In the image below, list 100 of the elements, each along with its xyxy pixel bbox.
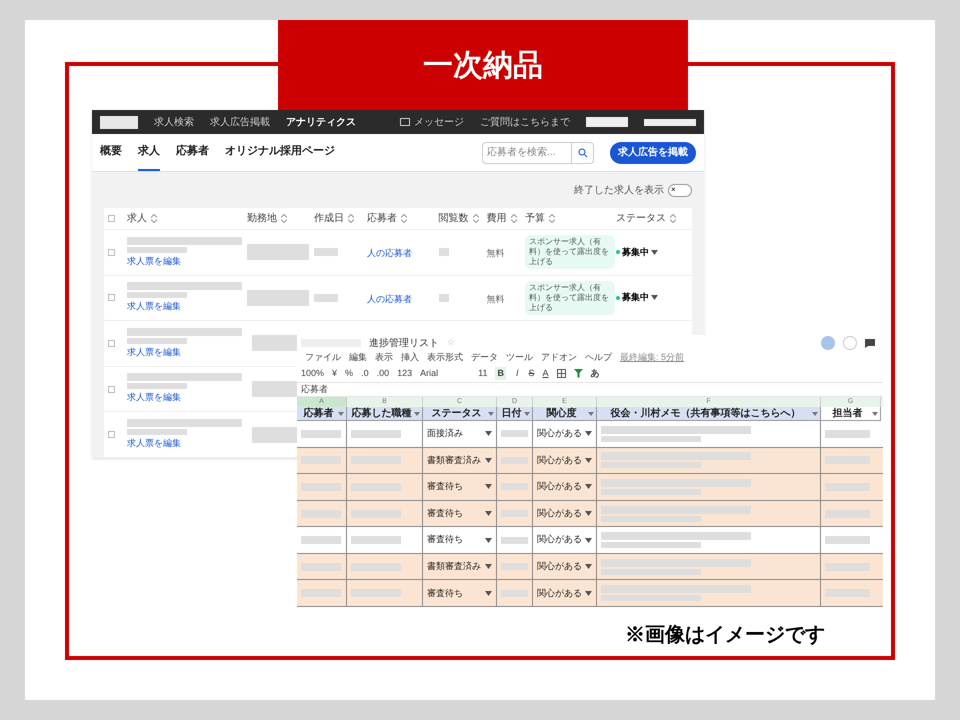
sort-icon[interactable]: [548, 214, 555, 223]
tab[interactable]: 概要: [100, 134, 122, 171]
zoom-select[interactable]: 100%: [301, 366, 324, 380]
last-edit-link[interactable]: 最終編集: 5分前: [620, 351, 684, 365]
interest-cell[interactable]: 関心がある: [537, 533, 582, 547]
checkbox[interactable]: [108, 386, 115, 393]
search-button[interactable]: [572, 142, 594, 164]
checkbox[interactable]: [108, 340, 115, 347]
menu-item[interactable]: アドオン: [541, 351, 577, 365]
status-cell[interactable]: 審査待ち: [427, 506, 463, 520]
caret-icon[interactable]: [585, 538, 592, 543]
sort-icon[interactable]: [280, 214, 287, 223]
interest-cell[interactable]: 関心がある: [537, 506, 582, 520]
format-select[interactable]: 123: [397, 366, 412, 380]
interest-cell[interactable]: 関心がある: [537, 480, 582, 494]
tab[interactable]: オリジナル採用ページ: [225, 134, 335, 171]
caret-icon[interactable]: [585, 484, 592, 490]
nav-link[interactable]: 求人検索: [154, 114, 194, 130]
caret-icon[interactable]: [651, 295, 658, 300]
sort-icon[interactable]: [400, 214, 407, 223]
edit-link[interactable]: 求人票を編集: [127, 346, 252, 360]
filter-icon[interactable]: [812, 412, 818, 416]
interest-cell[interactable]: 関心がある: [537, 586, 582, 600]
nav-link[interactable]: 求人広告掲載: [210, 114, 270, 130]
status-cell[interactable]: 審査待ち: [427, 480, 463, 494]
menu-item[interactable]: 挿入: [401, 351, 419, 365]
promo-badge[interactable]: スポンサー求人（有料）を使って露出度を上げる: [524, 235, 615, 270]
bold-button[interactable]: B: [495, 366, 506, 380]
sort-icon[interactable]: [348, 214, 354, 223]
interest-cell[interactable]: 関心がある: [537, 560, 582, 574]
caret-icon[interactable]: [651, 250, 658, 255]
caret-icon[interactable]: [485, 564, 492, 570]
applicants-link[interactable]: 人の応募者: [366, 294, 412, 304]
sort-icon[interactable]: [670, 214, 676, 223]
input-tools-button[interactable]: あ: [590, 366, 600, 380]
nav-link[interactable]: メッセージ: [414, 114, 464, 130]
edit-link[interactable]: 求人票を編集: [127, 254, 247, 268]
filter-icon[interactable]: [338, 412, 344, 416]
filter-icon[interactable]: [588, 412, 594, 416]
filter-icon[interactable]: [414, 412, 420, 416]
nav-link[interactable]: アナリティクス: [286, 114, 356, 130]
caret-icon[interactable]: [485, 431, 492, 436]
tab[interactable]: 応募者: [176, 134, 209, 171]
status-cell[interactable]: 書類審査済み: [427, 560, 481, 574]
edit-link[interactable]: 求人票を編集: [127, 391, 252, 405]
caret-icon[interactable]: [585, 431, 592, 436]
menu-item[interactable]: 表示: [375, 351, 393, 365]
interest-cell[interactable]: 関心がある: [537, 427, 582, 441]
formula-bar[interactable]: 応募者: [301, 382, 328, 396]
sort-icon[interactable]: [472, 214, 479, 223]
text-color-button[interactable]: A: [542, 366, 549, 380]
promo-badge[interactable]: スポンサー求人（有料）を使って露出度を上げる: [524, 280, 615, 315]
applicants-link[interactable]: 人の応募者: [366, 248, 412, 258]
post-job-button[interactable]: 求人広告を掲載: [610, 142, 696, 164]
menu-item[interactable]: 表示形式: [427, 351, 463, 365]
filter-icon[interactable]: [574, 369, 583, 378]
caret-icon[interactable]: [485, 590, 492, 596]
search-field[interactable]: 応募者を検索...: [482, 142, 572, 164]
menu-item[interactable]: ヘルプ: [585, 351, 612, 365]
decimal-button[interactable]: .00: [376, 366, 390, 380]
filter-icon[interactable]: [872, 412, 878, 416]
menu-item[interactable]: 編集: [349, 351, 367, 365]
mail-icon[interactable]: [400, 118, 410, 126]
caret-icon[interactable]: [485, 538, 492, 543]
percent-button[interactable]: %: [345, 366, 354, 380]
status-cell[interactable]: 審査待ち: [427, 586, 463, 600]
status-cell[interactable]: 面接済み: [427, 427, 463, 441]
filter-icon[interactable]: [524, 412, 530, 416]
decimal-button[interactable]: .0: [361, 366, 369, 380]
nav-link[interactable]: ご質問はこちらまで: [480, 114, 570, 130]
filter-icon[interactable]: [488, 412, 494, 416]
font-select[interactable]: Arial: [420, 366, 470, 380]
status-cell[interactable]: 審査待ち: [427, 533, 463, 547]
comment-icon[interactable]: [865, 338, 875, 348]
toggle-switch[interactable]: ×: [668, 184, 692, 196]
caret-icon[interactable]: [585, 590, 592, 596]
sort-icon[interactable]: [510, 214, 517, 223]
interest-cell[interactable]: 関心がある: [537, 454, 582, 468]
sort-icon[interactable]: [151, 214, 157, 223]
checkbox[interactable]: [108, 294, 115, 302]
checkbox[interactable]: [108, 431, 115, 438]
menu-item[interactable]: ファイル: [305, 351, 341, 365]
caret-icon[interactable]: [585, 564, 592, 570]
header-cell: 役会・川村メモ（共有事項等はこちらへ）: [597, 407, 821, 421]
checkbox[interactable]: [108, 248, 115, 256]
menu-item[interactable]: ツール: [506, 351, 533, 365]
caret-icon[interactable]: [485, 511, 492, 516]
caret-icon[interactable]: [485, 484, 492, 490]
borders-icon[interactable]: [556, 369, 566, 378]
edit-link[interactable]: 求人票を編集: [127, 300, 247, 314]
caret-icon[interactable]: [585, 511, 592, 516]
strikethrough-button[interactable]: S: [528, 366, 534, 380]
font-size-select[interactable]: 11: [478, 366, 488, 380]
italic-button[interactable]: I: [514, 366, 520, 380]
checkbox[interactable]: [108, 215, 115, 222]
status-cell[interactable]: 書類審査済み: [427, 454, 481, 468]
menu-item[interactable]: データ: [471, 351, 498, 365]
currency-button[interactable]: ¥: [332, 366, 338, 380]
edit-link[interactable]: 求人票を編集: [127, 436, 252, 450]
spreadsheet-title[interactable]: 進捗管理リスト: [369, 336, 439, 350]
